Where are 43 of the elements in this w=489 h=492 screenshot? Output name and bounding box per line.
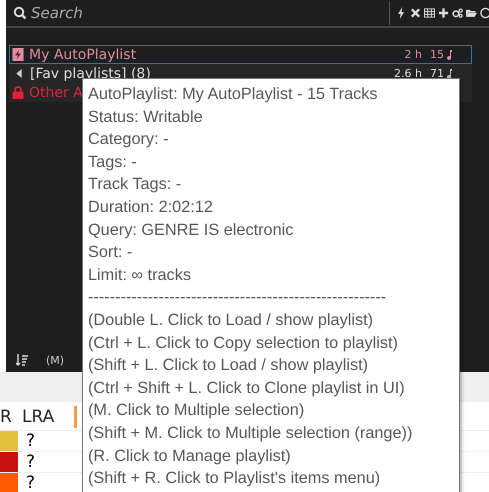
tooltip-line: Duration: 2:02:12 [88,196,214,218]
playlist-name: Other A [29,84,83,100]
grid-icon[interactable] [424,7,435,19]
tooltip-line: (Ctrl + Shift + L. Click to Clone playlist in UI) [88,378,406,399]
column-header[interactable]: R [0,407,14,427]
tooltip-line: Query: GENRE IS electronic [88,220,294,241]
playlist-item[interactable]: My AutoPlaylist 2 h 15 [9,45,472,64]
tooltip-line: Track Tags: - [88,174,182,196]
tooltip-line: Limit: ∞ tracks [88,264,192,286]
tooltip-line: ------------------------------------------------------- [88,287,388,308]
tooltip-line: (Ctrl + L. Click to Copy selection to playlist) [88,332,399,354]
collapse-arrow-icon[interactable] [16,69,22,78]
folder-icon[interactable] [466,7,477,19]
table-cell: ? [26,473,36,492]
sort-icon[interactable] [16,354,28,366]
column-marker [74,406,77,428]
autoplaylist-icon [12,48,24,61]
tooltip-line: (Shift + M. Click to Multiple selection (range)) [88,422,414,444]
tooltip-line: (R. Click to Manage playlist) [88,446,292,466]
playlist-duration: 2 h [404,48,422,61]
tooltip-line: Tags: - [88,152,138,173]
tooltip-line: (Shift + R. Click to Playlist's items menu) [88,468,382,490]
tooltip-line: Category: - [88,129,170,150]
track-count: 15 [430,48,444,61]
tooltip-line: (M. Click to Multiple selection) [88,400,306,422]
mode-label: (M) [46,354,64,366]
tooltip-line: Status: Writable [88,106,204,128]
playlist-duration: 2.6 h [394,67,422,80]
tooltip-line: (Shift + L. Click to Load / show playlist) [88,355,370,376]
tooltip-line: (Double L. Click to Load / show playlist) [88,310,374,331]
search-field[interactable]: Search [31,4,131,22]
lock-icon [12,86,24,99]
table-cell: ? [26,431,36,451]
close-icon[interactable] [410,7,421,19]
track-count: 71 [430,67,444,80]
lightning-icon[interactable] [396,7,407,19]
playlist-name: My AutoPlaylist [29,46,136,62]
tooltip-line: Sort: - [88,242,134,264]
table-cell: ? [26,452,36,472]
tooltip-line: AutoPlaylist: My AutoPlaylist - 15 Tracks [88,84,379,105]
search-icon [13,6,27,20]
column-header[interactable]: LRA [22,407,74,427]
plus-icon[interactable] [438,7,449,19]
